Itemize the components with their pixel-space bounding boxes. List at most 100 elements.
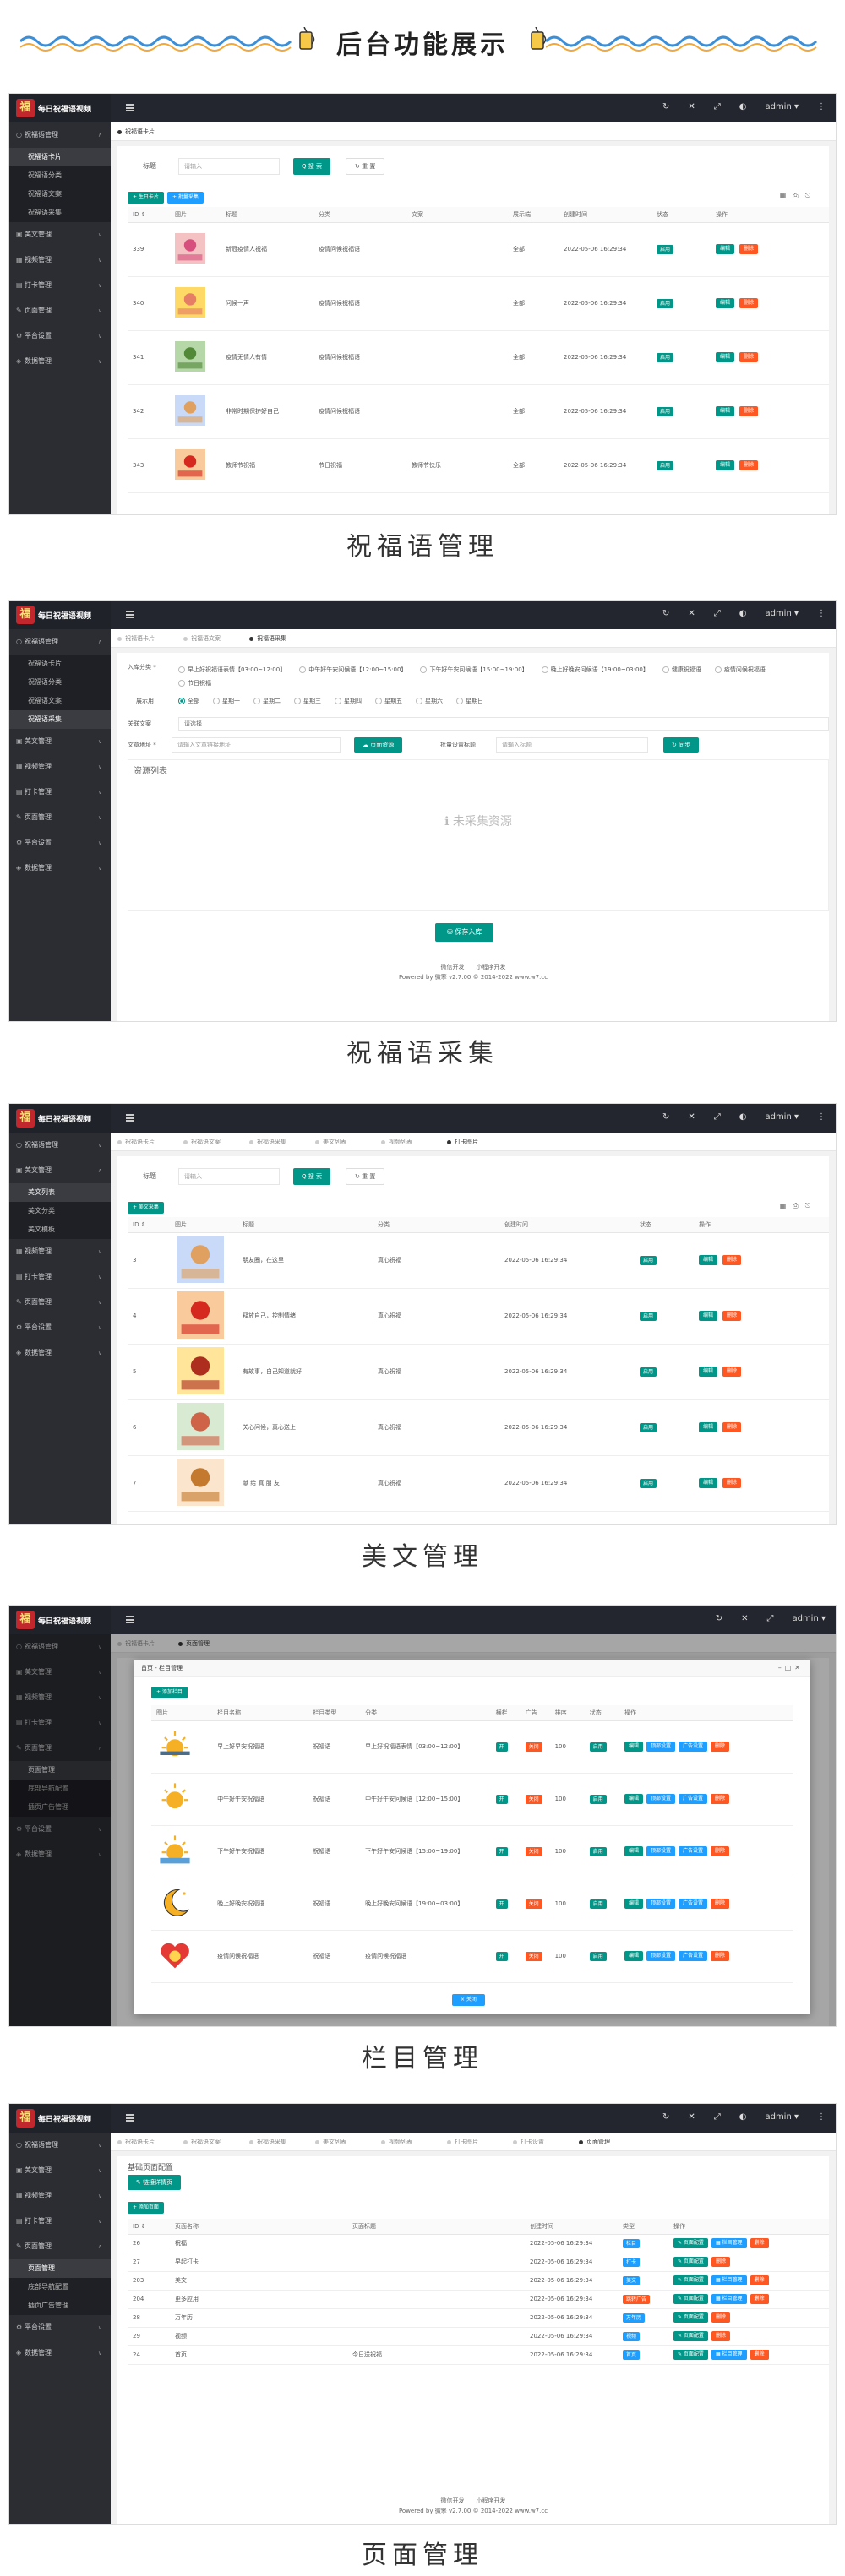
tab[interactable]: 祝福语采集 [249, 629, 286, 648]
sidebar-subitem[interactable]: 祝福语卡片 [9, 148, 111, 166]
batch-title-input[interactable]: 请输入标题 [496, 737, 648, 753]
delete-button[interactable]: 删除 [739, 460, 759, 470]
status-badge[interactable]: 启用 [589, 1846, 607, 1856]
column-icon[interactable] [156, 1783, 194, 1818]
column-manage-button[interactable]: ▦ 栏目管理 [711, 2275, 747, 2285]
tab[interactable]: 祝福语文案 [183, 629, 221, 648]
column-manage-button[interactable]: ▦ 栏目管理 [711, 2238, 747, 2248]
delete-button[interactable]: 删除 [711, 1742, 730, 1752]
status-badge[interactable]: 启用 [589, 1899, 607, 1909]
delete-button[interactable]: 删除 [750, 2275, 769, 2285]
sidebar-item[interactable]: ✎ 页面管理 ∨ [9, 1290, 111, 1315]
column-header[interactable]: ID ⇕ [128, 207, 170, 223]
category-radio[interactable]: 下午好午安问候语【15:00~19:00】 [420, 663, 528, 677]
ad-toggle[interactable]: 关闭 [525, 1742, 542, 1752]
status-badge[interactable]: 启用 [657, 352, 674, 362]
delete-button[interactable]: 删除 [722, 1367, 742, 1377]
tab[interactable]: 视频列表 [381, 1133, 412, 1151]
delete-button[interactable]: 删除 [750, 2294, 769, 2304]
status-badge[interactable]: 启用 [657, 460, 674, 470]
column-icon[interactable] [156, 1835, 194, 1871]
reset-button[interactable]: ↻ 重 置 [346, 1168, 385, 1185]
link-detail-button[interactable]: ✎ 链接详情页 [128, 2175, 182, 2190]
sidebar-item[interactable]: ▦ 视频管理 ∨ [9, 247, 111, 273]
delete-button[interactable]: 删除 [739, 298, 759, 308]
category-radio[interactable]: 早上好祝福语表情【03:00~12:00】 [178, 663, 286, 677]
delete-button[interactable]: 删除 [722, 1311, 742, 1321]
sidebar-item[interactable]: ✎ 页面管理 ∨ [9, 805, 111, 830]
toolbar-button[interactable]: + 生日卡片 [128, 192, 164, 204]
status-badge[interactable]: 启用 [640, 1367, 657, 1377]
tab[interactable]: 打卡图片 [447, 1133, 478, 1151]
tab[interactable]: 祝福语卡片 [117, 122, 155, 141]
more-icon[interactable]: ⋮ [817, 1112, 826, 1124]
close-button[interactable]: × 关闭 [452, 1994, 485, 2006]
column-icon[interactable] [156, 1943, 194, 1975]
footer-links[interactable]: 微信开发 小程序开发 [117, 2496, 829, 2506]
parse-button[interactable]: ☁ 页面资源 [354, 737, 403, 753]
close-icon[interactable]: ✕ [688, 102, 695, 114]
weekday-radio[interactable]: 星期六 [416, 697, 443, 705]
menu-toggle-icon[interactable] [126, 104, 134, 111]
column-header[interactable]: 状态 [584, 1705, 619, 1721]
thumbnail-image[interactable] [175, 287, 205, 327]
sidebar-item[interactable]: ⚙ 平台设置 ∨ [9, 323, 111, 349]
thumbnail-image[interactable] [175, 1403, 226, 1452]
column-header[interactable]: 操作 [668, 2219, 829, 2235]
close-icon[interactable]: ✕ [741, 1614, 748, 1626]
tab[interactable]: 祝福语文案 [183, 2133, 221, 2151]
sidebar-subitem[interactable]: 祝福语采集 [9, 204, 111, 222]
fullscreen-icon[interactable]: ⤢ [714, 1112, 721, 1124]
delete-button[interactable]: 删除 [711, 1794, 730, 1804]
column-header[interactable]: 图片 [170, 207, 221, 223]
page-config-button[interactable]: ✎ 页面配置 [673, 2294, 708, 2304]
sidebar-subitem[interactable]: 美文模板 [9, 1220, 111, 1239]
edit-button[interactable]: 编辑 [716, 244, 735, 254]
sync-button[interactable]: ↻ 同步 [663, 737, 700, 753]
table-tools-icons[interactable]: ▦⎙⎋ [780, 1202, 817, 1210]
status-badge[interactable]: 启用 [589, 1951, 607, 1961]
sidebar-subitem[interactable]: 祝福语卡片 [9, 655, 111, 673]
tab[interactable]: 打卡图片 [447, 2133, 478, 2151]
sidebar-item[interactable]: ⚙ 平台设置 ∨ [9, 1315, 111, 1340]
fullscreen-icon[interactable]: ⤢ [766, 1614, 773, 1626]
sidebar-subitem[interactable]: 祝福语文案 [9, 692, 111, 710]
column-header[interactable]: 标题 [237, 1217, 373, 1233]
column-header[interactable]: 标题 [221, 207, 313, 223]
search-input[interactable]: 请输入 [178, 1168, 280, 1185]
edit-button[interactable]: 编辑 [624, 1794, 643, 1804]
ad-setting-button[interactable]: 广告设置 [679, 1794, 708, 1804]
thumbnail-image[interactable] [175, 1291, 226, 1340]
sidebar-item[interactable]: ✎ 页面管理 ∧ [9, 2234, 111, 2259]
delete-button[interactable]: 删除 [711, 1899, 730, 1909]
banner-toggle[interactable]: 开 [495, 1951, 508, 1961]
reset-button[interactable]: ↻ 重 置 [346, 158, 385, 175]
column-header[interactable]: 展示端 [508, 207, 559, 223]
search-input[interactable]: 请输入 [178, 158, 280, 175]
status-badge[interactable]: 启用 [640, 1311, 657, 1321]
footer-links[interactable]: 微信开发 小程序开发 [117, 962, 829, 972]
thumbnail-image[interactable] [175, 449, 205, 489]
sidebar-item[interactable]: ✎ 页面管理 ∨ [9, 298, 111, 323]
more-icon[interactable]: ⋮ [817, 2112, 826, 2124]
sidebar-item[interactable]: ▦ 视频管理 ∨ [9, 2183, 111, 2209]
delete-button[interactable]: 删除 [711, 1846, 730, 1856]
sidebar-item[interactable]: ◈ 数据管理 ∨ [9, 2340, 111, 2366]
edit-button[interactable]: 编辑 [699, 1367, 718, 1377]
theme-icon[interactable]: ◐ [739, 1112, 747, 1124]
sidebar-item[interactable]: ○ 祝福语管理 ∧ [9, 122, 111, 148]
delete-button[interactable]: 删除 [711, 2331, 730, 2341]
ad-setting-button[interactable]: 广告设置 [679, 1742, 708, 1752]
add-column-button[interactable]: + 添加栏目 [151, 1687, 188, 1698]
column-header[interactable]: 横栏 [490, 1705, 521, 1721]
banner-toggle[interactable]: 开 [495, 1742, 508, 1752]
edit-button[interactable]: 编辑 [716, 460, 735, 470]
column-header[interactable]: ID ⇕ [128, 2219, 170, 2235]
edit-button[interactable]: 编辑 [716, 352, 735, 362]
delete-button[interactable]: 删除 [722, 1478, 742, 1488]
fullscreen-icon[interactable]: ⤢ [714, 609, 721, 621]
column-header[interactable]: 广告 [520, 1705, 550, 1721]
sidebar-subitem[interactable]: 祝福语分类 [9, 673, 111, 692]
column-header[interactable]: 创建时间 [525, 2219, 618, 2235]
admin-menu[interactable]: admin ▾ [792, 1614, 826, 1626]
